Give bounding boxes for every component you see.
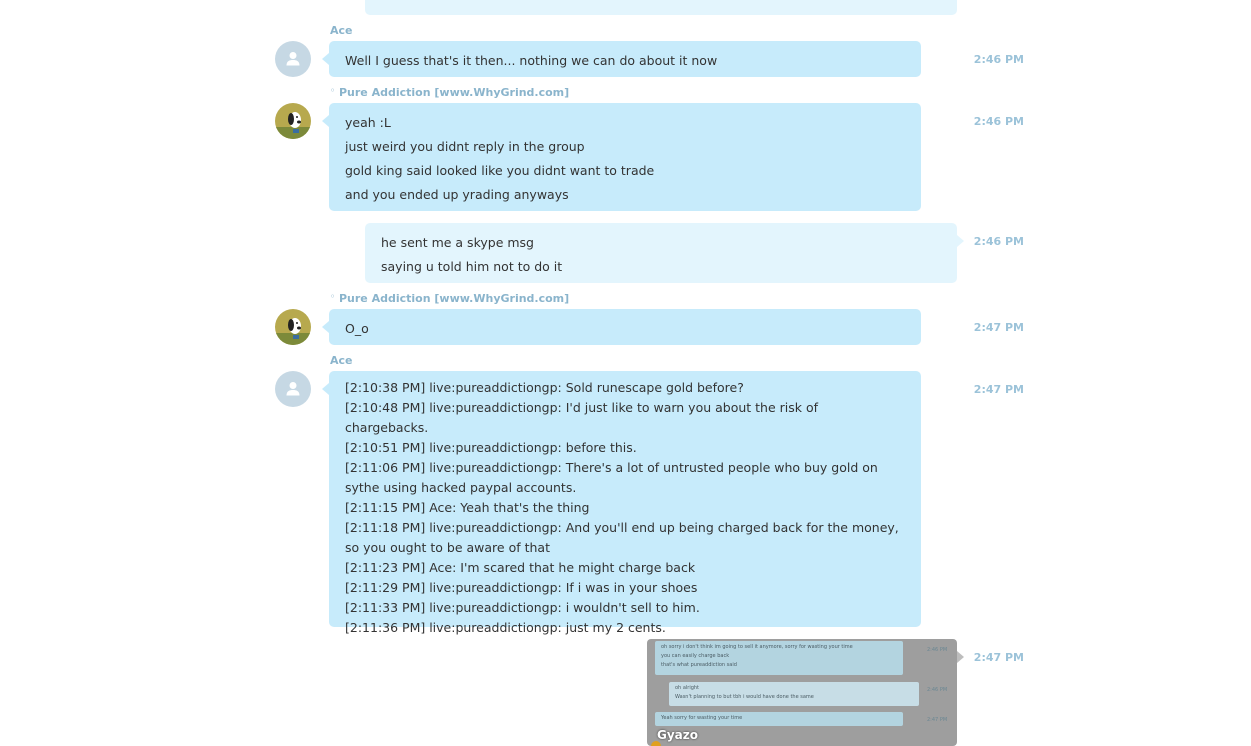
- message-text: [2:10:51 PM] live:pureaddictiongp: befor…: [345, 440, 637, 455]
- bubble-tail: [957, 651, 964, 663]
- previous-message-bubble: [365, 0, 957, 15]
- message-text: Well I guess that's it then... nothing w…: [345, 53, 718, 68]
- message-text: he sent me a skype msg: [381, 235, 534, 250]
- default-avatar-icon[interactable]: [275, 41, 311, 77]
- message-text: [2:10:48 PM] live:pureaddictiongp: I'd j…: [345, 400, 819, 435]
- message-text: saying u told him not to do it: [381, 259, 563, 274]
- own-message-bubble[interactable]: he sent me a skype msg saying u told him…: [365, 223, 964, 283]
- sender-name[interactable]: ◦ Pure Addiction [www.WhyGrind.com]: [330, 292, 569, 305]
- thumbnail-time: 2:46 PM: [927, 647, 948, 653]
- message-timestamp: 2:46 PM: [973, 115, 1024, 128]
- message-timestamp: 2:47 PM: [973, 383, 1024, 396]
- message-bubble[interactable]: O_o: [322, 309, 921, 345]
- thumbnail-time: 2:46 PM: [927, 687, 948, 693]
- thumbnail-message: Yeah sorry for wasting your time: [655, 712, 903, 726]
- message-text: just weird you didnt reply in the group: [345, 139, 585, 154]
- thumbnail-text: that's what pureaddiction said: [661, 662, 737, 668]
- sender-name[interactable]: ◦ Pure Addiction [www.WhyGrind.com]: [330, 86, 569, 99]
- message-text: O_o: [345, 321, 369, 336]
- message-bubble[interactable]: Well I guess that's it then... nothing w…: [322, 41, 921, 77]
- image-attachment-thumbnail[interactable]: oh sorry i don't think im going to sell …: [647, 639, 957, 746]
- sender-name[interactable]: Ace: [330, 24, 353, 37]
- message-text: [2:11:33 PM] live:pureaddictiongp: i wou…: [345, 600, 700, 615]
- thumbnail-text: you can easily charge back: [661, 653, 730, 659]
- dog-avatar-icon[interactable]: [275, 103, 311, 139]
- message-bubble[interactable]: yeah :L just weird you didnt reply in th…: [322, 103, 921, 211]
- thumbnail-text: Wasn't planning to but tbh i would have …: [675, 694, 814, 700]
- message-text: yeah :L: [345, 115, 391, 130]
- sender-name[interactable]: Ace: [330, 354, 353, 367]
- sender-name-text: Pure Addiction [www.WhyGrind.com]: [338, 86, 570, 99]
- message-text: [2:11:06 PM] live:pureaddictiongp: There…: [345, 460, 878, 495]
- message-text: gold king said looked like you didnt wan…: [345, 163, 655, 178]
- thumbnail-message: oh sorry i don't think im going to sell …: [655, 641, 903, 675]
- default-avatar-icon[interactable]: [275, 371, 311, 407]
- gyazo-label: Gyazo: [657, 728, 698, 742]
- thumbnail-time: 2:47 PM: [927, 717, 948, 723]
- message-bubble[interactable]: [2:10:38 PM] live:pureaddictiongp: Sold …: [322, 371, 921, 635]
- message-text: and you ended up yrading anyways: [345, 187, 569, 202]
- message-timestamp: 2:46 PM: [973, 53, 1024, 66]
- mood-marker-icon: ◦: [330, 86, 336, 95]
- message-text: [2:11:23 PM] Ace: I'm scared that he mig…: [345, 560, 696, 575]
- dog-avatar-icon[interactable]: [275, 309, 311, 345]
- message-timestamp: 2:46 PM: [973, 235, 1024, 248]
- message-text: [2:11:18 PM] live:pureaddictiongp: And y…: [345, 520, 899, 555]
- thumbnail-message: oh alright Wasn't planning to but tbh i …: [669, 682, 919, 706]
- thumbnail-text: oh sorry i don't think im going to sell …: [661, 644, 853, 650]
- message-text: [2:10:38 PM] live:pureaddictiongp: Sold …: [345, 380, 744, 395]
- thumbnail-text: Yeah sorry for wasting your time: [661, 715, 743, 721]
- thumbnail-text: oh alright: [675, 685, 700, 691]
- message-text: [2:11:36 PM] live:pureaddictiongp: just …: [345, 620, 666, 635]
- mood-marker-icon: ◦: [330, 292, 336, 301]
- sender-name-text: Pure Addiction [www.WhyGrind.com]: [338, 292, 570, 305]
- message-timestamp: 2:47 PM: [973, 651, 1024, 664]
- message-text: [2:11:29 PM] live:pureaddictiongp: If i …: [345, 580, 698, 595]
- message-text: [2:11:15 PM] Ace: Yeah that's the thing: [345, 500, 590, 515]
- message-timestamp: 2:47 PM: [973, 321, 1024, 334]
